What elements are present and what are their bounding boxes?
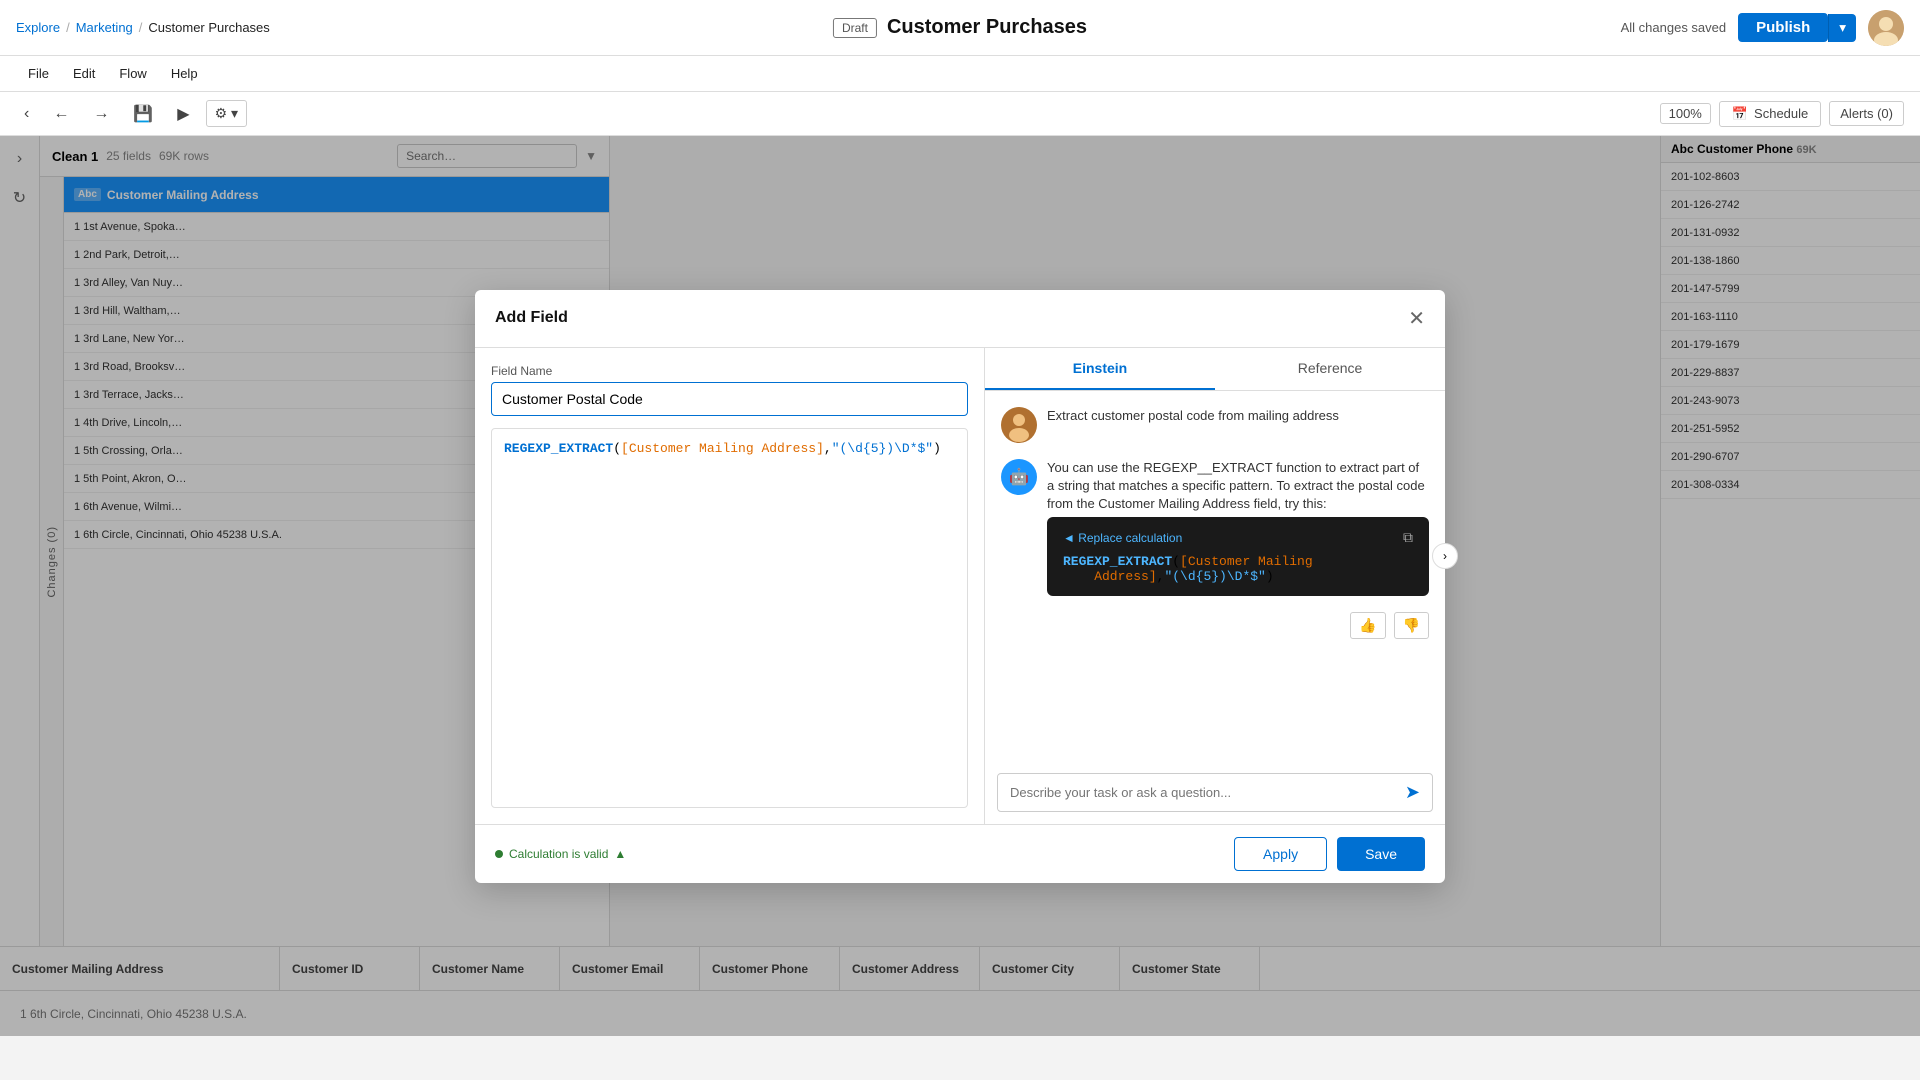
publish-button[interactable]: Publish bbox=[1738, 13, 1828, 42]
save-button[interactable]: Save bbox=[1337, 837, 1425, 871]
add-field-modal: Add Field ✕ Field Name REGEXP_EXTRACT([C… bbox=[475, 290, 1445, 883]
save-button[interactable]: 💾 bbox=[125, 100, 161, 128]
menu-bar: File Edit Flow Help bbox=[0, 56, 1920, 92]
breadcrumb-sep1: / bbox=[66, 20, 70, 35]
modal-tabs: Einstein Reference bbox=[985, 348, 1445, 391]
thumbs-up-button[interactable]: 👍 bbox=[1350, 612, 1385, 639]
calc-valid-dot bbox=[495, 850, 503, 858]
calc-valid-indicator: Calculation is valid ▲ bbox=[495, 839, 626, 869]
modal-left: Field Name REGEXP_EXTRACT([Customer Mail… bbox=[475, 348, 985, 824]
code-editor[interactable]: REGEXP_EXTRACT([Customer Mailing Address… bbox=[491, 428, 968, 808]
back-button[interactable]: ← bbox=[45, 101, 77, 127]
user-avatar-suggestion bbox=[1001, 407, 1037, 443]
canvas-area: › ↻ 🔷 Customer Tran... Clean 1 25 fields… bbox=[0, 136, 1920, 1036]
suggestion-item-2: 🤖 You can use the REGEXP__EXTRACT functi… bbox=[1001, 459, 1429, 597]
top-bar-right: All changes saved Publish ▾ bbox=[1621, 10, 1904, 46]
code-block-suggestion: ◄ Replace calculation ⧉ REGEXP_EXTRACT([… bbox=[1047, 517, 1429, 596]
tab-einstein[interactable]: Einstein bbox=[985, 348, 1215, 390]
modal-overlay: Add Field ✕ Field Name REGEXP_EXTRACT([C… bbox=[0, 136, 1920, 1036]
menu-file[interactable]: File bbox=[16, 60, 61, 87]
thumbs-row: 👍 👎 bbox=[1001, 612, 1429, 639]
calc-valid-text: Calculation is valid bbox=[509, 847, 608, 861]
field-name-label: Field Name bbox=[491, 364, 968, 378]
copy-button[interactable]: ⧉ bbox=[1403, 529, 1413, 546]
einstein-panel: Extract customer postal code from mailin… bbox=[985, 391, 1445, 773]
suggestion-item-1: Extract customer postal code from mailin… bbox=[1001, 407, 1429, 443]
page-title: Customer Purchases bbox=[887, 16, 1087, 39]
settings-button[interactable]: ⚙ ▾ bbox=[206, 100, 247, 127]
modal-body: Field Name REGEXP_EXTRACT([Customer Mail… bbox=[475, 348, 1445, 824]
breadcrumb-explore[interactable]: Explore bbox=[16, 20, 60, 35]
replace-calc-button[interactable]: ◄ Replace calculation bbox=[1063, 531, 1182, 545]
avatar bbox=[1868, 10, 1904, 46]
menu-help[interactable]: Help bbox=[159, 60, 210, 87]
draft-badge: Draft bbox=[833, 18, 877, 38]
ask-input-container: ➤ bbox=[985, 773, 1445, 824]
zoom-level: 100% bbox=[1660, 103, 1711, 124]
play-button[interactable]: ▶ bbox=[169, 100, 197, 128]
thumbs-down-button[interactable]: 👎 bbox=[1394, 612, 1429, 639]
code-block-header: ◄ Replace calculation ⧉ bbox=[1063, 529, 1413, 546]
alerts-button[interactable]: Alerts (0) bbox=[1829, 101, 1904, 126]
einstein-avatar: 🤖 bbox=[1001, 459, 1037, 495]
breadcrumb-marketing[interactable]: Marketing bbox=[76, 20, 133, 35]
publish-dropdown-button[interactable]: ▾ bbox=[1828, 14, 1856, 42]
top-bar: Explore / Marketing / Customer Purchases… bbox=[0, 0, 1920, 56]
sidebar-toggle-button[interactable]: ‹ bbox=[16, 101, 37, 127]
tab-reference[interactable]: Reference bbox=[1215, 348, 1445, 390]
title-center: Draft Customer Purchases bbox=[833, 16, 1087, 39]
calc-valid-chevron[interactable]: ▲ bbox=[614, 847, 626, 861]
ask-input-row: ➤ bbox=[997, 773, 1433, 812]
modal-right: Einstein Reference Extract customer post… bbox=[985, 348, 1445, 824]
suggestion-text-1: Extract customer postal code from mailin… bbox=[1047, 407, 1339, 425]
field-name-input[interactable] bbox=[491, 382, 968, 416]
breadcrumb-sep2: / bbox=[139, 20, 143, 35]
modal-footer: Calculation is valid ▲ Apply Save bbox=[475, 824, 1445, 883]
modal-title: Add Field bbox=[495, 309, 568, 327]
ask-input[interactable] bbox=[998, 775, 1393, 810]
breadcrumb: Explore / Marketing / Customer Purchases bbox=[16, 20, 270, 35]
top-bar-left: Explore / Marketing / Customer Purchases bbox=[16, 20, 270, 35]
einstein-explanation: You can use the REGEXP__EXTRACT function… bbox=[1047, 459, 1429, 514]
code-block-content: REGEXP_EXTRACT([Customer Mailing Address… bbox=[1063, 554, 1413, 584]
modal-close-button[interactable]: ✕ bbox=[1408, 306, 1425, 331]
apply-button[interactable]: Apply bbox=[1234, 837, 1327, 871]
modal-header: Add Field ✕ bbox=[475, 290, 1445, 348]
ask-send-button[interactable]: ➤ bbox=[1393, 774, 1432, 811]
menu-edit[interactable]: Edit bbox=[61, 60, 107, 87]
schedule-button[interactable]: 📅 Schedule bbox=[1719, 101, 1821, 127]
menu-flow[interactable]: Flow bbox=[107, 60, 158, 87]
saved-text: All changes saved bbox=[1621, 20, 1727, 35]
forward-button[interactable]: → bbox=[85, 101, 117, 127]
toolbar: ‹ ← → 💾 ▶ ⚙ ▾ 100% 📅 Schedule Alerts (0) bbox=[0, 92, 1920, 136]
breadcrumb-current: Customer Purchases bbox=[148, 20, 269, 35]
